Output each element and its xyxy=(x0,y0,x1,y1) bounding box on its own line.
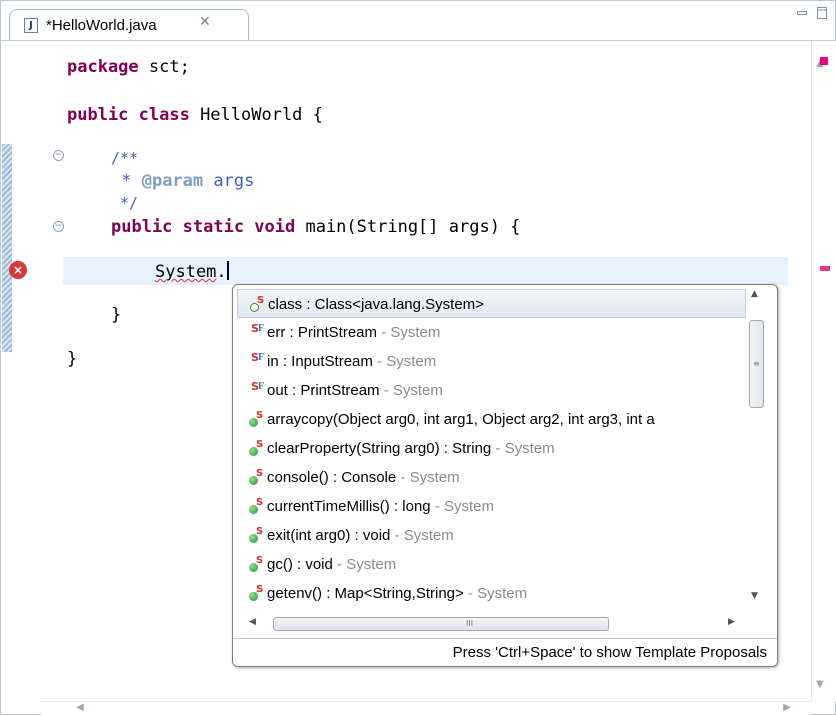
proposal-item[interactable]: S class : Class<java.lang.System> xyxy=(237,289,746,318)
code-line-main[interactable]: public static void main(String[] args) { xyxy=(111,217,520,237)
error-icon[interactable]: × xyxy=(9,261,27,279)
quick-diff-bar xyxy=(2,144,12,352)
proposal-item[interactable]: S getenv() : Map<String,String> - System xyxy=(237,579,746,608)
text-caret xyxy=(226,261,229,280)
popup-status-bar: Press 'Ctrl+Space' to show Template Prop… xyxy=(233,638,777,666)
proposal-item[interactable]: S console() : Console - System xyxy=(237,463,746,492)
editor-horizontal-scrollbar[interactable]: ◀ ▶ xyxy=(41,701,811,716)
editor-window: J *HelloWorld.java ✕ − − × package sct; … xyxy=(0,0,836,716)
content-assist-popup: S class : Class<java.lang.System> SF err… xyxy=(232,284,778,667)
proposal-vertical-scrollbar[interactable]: ▲ ≡ ▼ xyxy=(746,285,768,615)
tab-title: *HelloWorld.java xyxy=(46,17,157,34)
code-line-close-class[interactable]: } xyxy=(67,349,77,369)
proposal-item[interactable]: S exit(int arg0) : void - System xyxy=(237,521,746,550)
code-line-javadoc-close[interactable]: */ xyxy=(111,194,138,212)
proposal-item[interactable]: SF in : InputStream - System xyxy=(237,347,746,376)
fold-collapse-icon[interactable]: − xyxy=(53,150,64,161)
close-icon[interactable]: ✕ xyxy=(199,14,211,30)
scrollbar-thumb[interactable]: III xyxy=(273,617,609,631)
scrollbar-thumb[interactable]: ≡ xyxy=(749,320,764,408)
proposal-item[interactable]: S clearProperty(String arg0) : String - … xyxy=(237,434,746,463)
tab-bar: J *HelloWorld.java ✕ xyxy=(1,1,835,41)
code-line-system[interactable]: System. xyxy=(155,261,229,282)
proposal-item[interactable]: S arraycopy(Object arg0, int arg1, Objec… xyxy=(237,405,746,434)
code-line-close-method[interactable]: } xyxy=(111,305,121,325)
proposal-item[interactable]: S gc() : void - System xyxy=(237,550,746,579)
scroll-up-icon[interactable]: ▲ xyxy=(751,289,758,299)
code-line-javadoc-open[interactable]: /** xyxy=(111,149,138,167)
code-line-javadoc-param[interactable]: * @param args xyxy=(111,171,254,191)
proposal-horizontal-scrollbar[interactable]: ◀ III ▶ xyxy=(243,615,756,633)
maximize-icon[interactable] xyxy=(817,7,827,19)
proposal-list[interactable]: S class : Class<java.lang.System> SF err… xyxy=(233,285,746,615)
template-proposals-hint[interactable]: Press 'Ctrl+Space' to show Template Prop… xyxy=(453,644,767,661)
scroll-left-icon[interactable]: ◀ xyxy=(76,702,84,713)
scroll-left-icon[interactable]: ◀ xyxy=(249,617,256,627)
overview-ruler[interactable]: ▲ ▼ xyxy=(811,41,836,701)
proposal-item[interactable]: SF err : PrintStream - System xyxy=(237,318,746,347)
grip-icon: III xyxy=(466,619,474,628)
java-file-icon: J xyxy=(24,18,38,33)
minimize-icon[interactable] xyxy=(797,9,807,17)
error-annotation-marker[interactable] xyxy=(820,266,830,271)
tab-divider xyxy=(1,40,835,41)
fold-collapse-icon[interactable]: − xyxy=(53,221,64,232)
scroll-right-icon[interactable]: ▶ xyxy=(728,617,735,627)
grip-icon: ≡ xyxy=(753,359,760,368)
code-line-package[interactable]: package sct; xyxy=(67,57,190,77)
scroll-down-icon[interactable]: ▼ xyxy=(751,591,758,601)
code-line-class[interactable]: public class HelloWorld { xyxy=(67,105,323,125)
tab-helloworld[interactable]: J *HelloWorld.java ✕ xyxy=(9,9,249,41)
error-overview-marker[interactable] xyxy=(820,57,828,65)
proposal-item[interactable]: S currentTimeMillis() : long - System xyxy=(237,492,746,521)
scroll-down-icon[interactable]: ▼ xyxy=(816,679,824,690)
scroll-right-icon[interactable]: ▶ xyxy=(783,702,791,713)
annotation-ruler xyxy=(2,41,42,701)
proposal-item[interactable]: SF out : PrintStream - System xyxy=(237,376,746,405)
